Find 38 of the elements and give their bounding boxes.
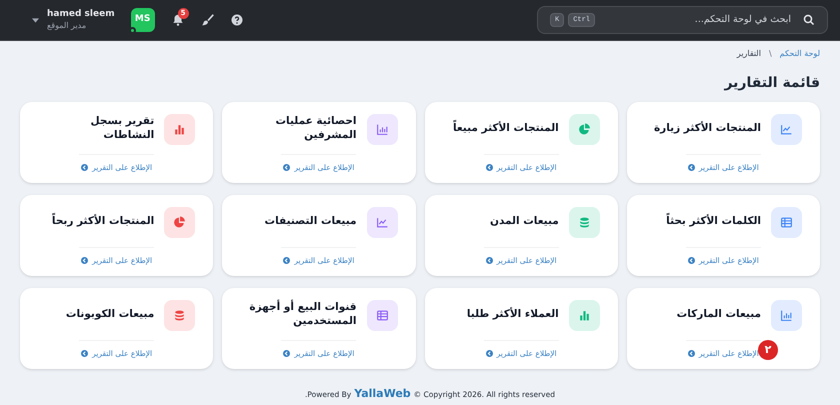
card-title: مبيعات المدن [490,215,559,229]
chevron-icon [283,350,290,358]
chevron-icon [283,164,290,172]
card-title: قنوات البيع أو أجهزة المستخدمين [248,301,356,329]
caret-icon[interactable] [32,18,39,22]
user-role: مدير الموقع [47,20,86,31]
help-icon[interactable] [230,14,243,26]
card-title: مبيعات الماركات [676,308,761,322]
card-title: مبيعات الكوبونات [66,308,154,322]
step-badge: ٢ [758,340,778,360]
chevron-icon [81,350,88,358]
card-title: المنتجات الأكثر مبيعاً [452,122,559,136]
brand-link[interactable]: YallaWeb [354,386,411,402]
chevron-icon [688,164,695,172]
breadcrumb-separator: \ [768,48,772,60]
card-title: احصائية عمليات المشرفين [274,115,356,143]
card-title: مبيعات التصنيفات [264,215,356,229]
breadcrumb-link[interactable]: لوحة التحكم [780,48,820,60]
breadcrumb-current: التقارير [736,48,761,60]
search-field[interactable]: ابحث في لوحة التحكم... [651,12,791,28]
chevron-icon [688,350,695,358]
chevron-icon [486,164,493,172]
card-title: المنتجات الأكثر ربحاً [52,215,154,229]
search-icon [803,14,815,26]
chevron-icon [283,257,290,264]
chevron-icon [688,257,695,264]
page-title: قائمة التقارير [722,74,821,93]
user-avatar[interactable]: MS [130,8,155,32]
user-name: hamed sleem [47,9,115,21]
chevron-icon [486,350,493,358]
card-title: الكلمات الأكثر بحثاً [666,215,761,229]
chevron-icon [486,257,493,264]
card-title: المنتجات الأكثر زيارة [654,122,761,136]
card-title: العملاء الأكثر طلبا [466,308,559,322]
chevron-icon [81,164,88,172]
brush-icon[interactable] [200,13,215,27]
card-title: تقرير بسجل النشاطات [90,115,154,143]
chevron-icon [81,257,88,264]
